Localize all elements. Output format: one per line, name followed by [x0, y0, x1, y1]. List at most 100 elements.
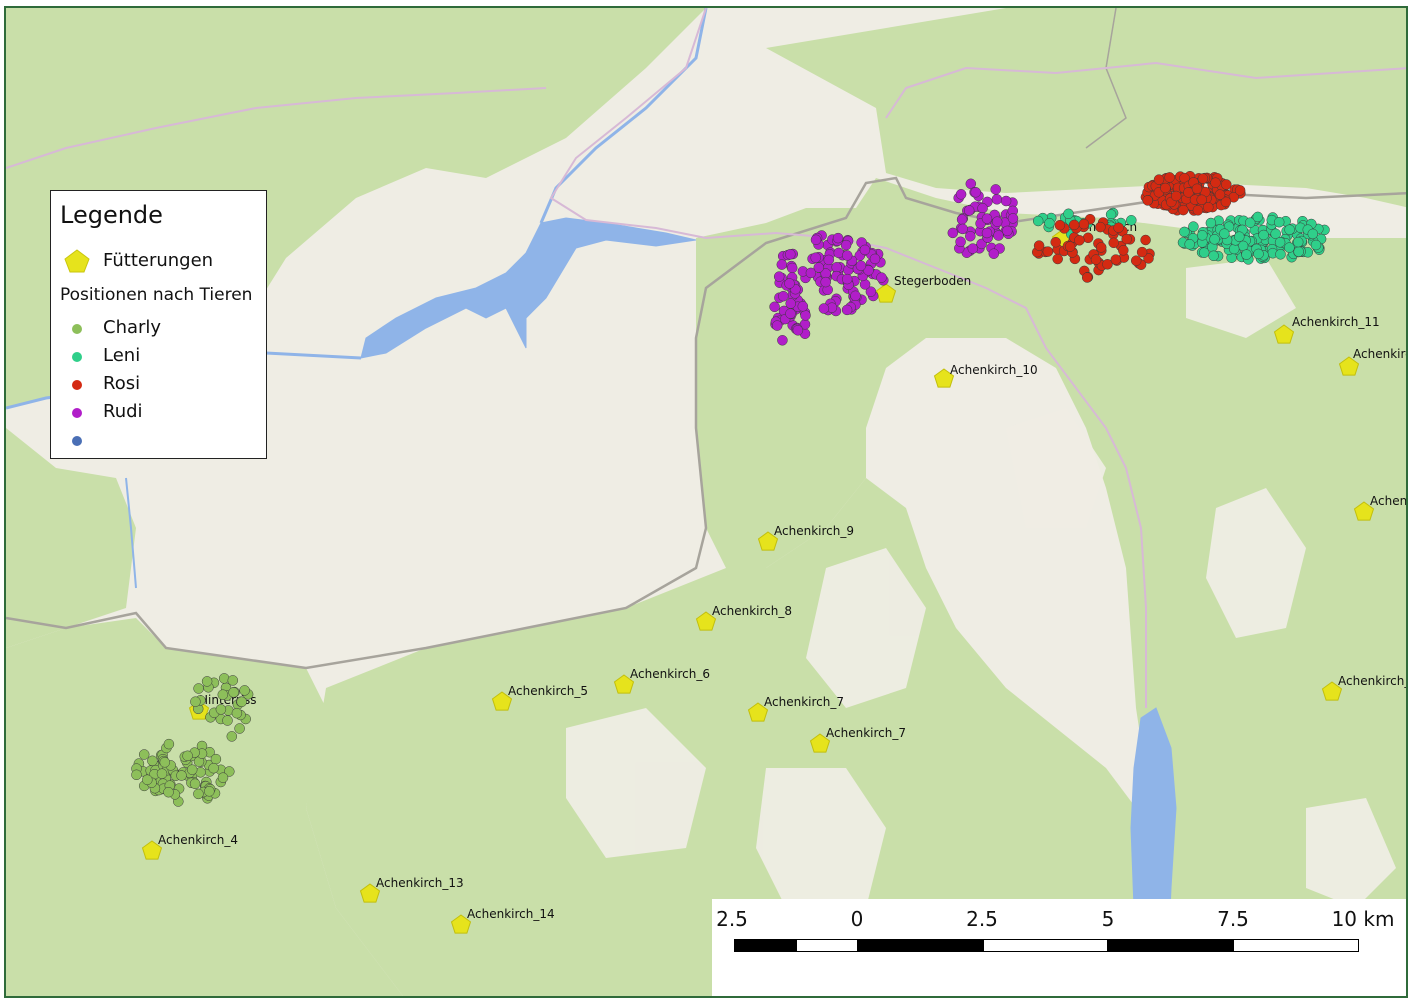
position-point-charly [227, 675, 239, 686]
position-point-charly [131, 769, 142, 781]
feeding-station-label: Achenkirch_4 [158, 833, 238, 847]
position-point-rosi [1052, 253, 1063, 265]
feeding-station-label: Stegerboden [894, 274, 971, 288]
legend-dot-icon [72, 380, 82, 390]
position-point-charly [193, 788, 204, 800]
position-point-rudi [991, 216, 1003, 227]
position-point-rosi [1054, 219, 1066, 231]
position-point-leni [1228, 243, 1240, 255]
position-point-rosi [1197, 173, 1209, 184]
scale-tick-label: 2.5 [716, 907, 748, 931]
legend-positions-heading: Positionen nach Tieren [60, 285, 253, 305]
feeding-station-label: Achenkirch_13 [376, 876, 464, 890]
position-point-rosi [1210, 177, 1221, 188]
position-point-rosi [1095, 242, 1107, 253]
position-point-charly [193, 683, 204, 694]
position-point-rosi [1081, 272, 1093, 283]
position-point-leni [1310, 239, 1322, 251]
position-point-charly [189, 778, 201, 790]
scale-segment [796, 939, 858, 952]
position-point-leni [1188, 221, 1199, 232]
feeding-station-label: Achenkirch_9 [774, 524, 854, 538]
legend-dot-icon [72, 324, 82, 334]
position-point-charly [147, 755, 158, 767]
position-point-rosi [1113, 222, 1124, 233]
position-point-leni [1293, 246, 1304, 257]
position-point-rosi [1203, 202, 1214, 213]
position-point-rudi [965, 230, 976, 242]
position-point-rosi [1142, 195, 1153, 206]
position-point-charly [234, 723, 245, 734]
position-point-rudi [990, 184, 1001, 195]
position-point-rosi [1192, 205, 1204, 216]
position-point-rudi [1007, 213, 1019, 224]
position-point-rudi [792, 325, 804, 336]
position-point-rosi [1118, 245, 1129, 256]
position-point-rudi [818, 303, 830, 314]
position-point-rudi [777, 335, 788, 346]
pentagon-icon [64, 249, 90, 273]
position-point-rudi [1002, 225, 1013, 237]
position-point-rudi [876, 272, 887, 283]
position-point-leni [1273, 216, 1285, 228]
position-point-charly [222, 715, 233, 726]
position-point-leni [1274, 237, 1286, 248]
position-point-charly [226, 731, 238, 742]
map-frame[interactable]: StegerbodenKlammbachAchenkirch_11Achenki… [4, 6, 1408, 998]
scale-tick-label: 7.5 [1217, 907, 1249, 931]
position-point-rosi [1234, 185, 1246, 196]
position-point-rudi [841, 250, 853, 261]
legend: Legende Fütterungen Positionen nach Tier… [50, 190, 267, 459]
position-point-rudi [850, 290, 861, 302]
position-point-leni [1184, 239, 1195, 250]
position-point-leni [1198, 247, 1210, 258]
position-point-leni [1307, 228, 1319, 240]
position-point-rudi [773, 271, 785, 282]
feeding-station-label: Achenkirch_7 [764, 695, 844, 709]
position-point-rudi [988, 248, 1000, 259]
position-point-charly [163, 738, 175, 750]
position-point-rudi [810, 234, 822, 246]
position-point-rudi [810, 252, 821, 263]
position-point-rosi [1153, 174, 1165, 185]
position-point-charly [186, 764, 198, 775]
position-point-leni [1105, 209, 1117, 220]
map-canvas[interactable]: StegerbodenKlammbachAchenkirch_11Achenki… [6, 8, 1408, 998]
position-point-charly [208, 762, 219, 774]
position-point-rosi [1191, 183, 1203, 195]
position-point-rosi [1136, 246, 1148, 258]
position-point-rosi [1064, 241, 1076, 252]
feeding-station-label: Achenkirch_6 [630, 667, 710, 681]
position-point-rudi [963, 205, 975, 216]
position-point-rosi [1160, 182, 1171, 194]
position-point-rudi [797, 301, 809, 312]
position-point-rosi [1130, 255, 1142, 266]
position-point-rudi [955, 189, 967, 200]
legend-dot-icon [72, 408, 82, 418]
position-point-rudi [776, 259, 788, 270]
position-point-leni [1179, 226, 1190, 238]
scale-tick-label: 5 [1101, 907, 1115, 931]
position-point-rosi [1164, 172, 1175, 183]
position-point-rosi [1110, 254, 1122, 265]
position-point-leni [1292, 236, 1304, 248]
feeding-station-label: Achenkirch_14 [467, 907, 555, 921]
legend-dot-icon [72, 352, 82, 362]
position-point-rosi [1170, 190, 1182, 202]
legend-title: Legende [60, 201, 163, 229]
position-point-rudi [869, 253, 881, 265]
position-point-charly [176, 770, 187, 781]
position-point-leni [1032, 215, 1044, 227]
position-point-rudi [970, 187, 981, 198]
scale-segment [983, 939, 1108, 952]
scale-segment [1233, 939, 1359, 952]
position-point-leni [1258, 229, 1269, 241]
position-point-rosi [1042, 246, 1054, 257]
position-point-charly [231, 707, 243, 719]
position-point-leni [1126, 215, 1137, 226]
position-point-rudi [859, 244, 871, 256]
scale-tick-label: 10 km [1331, 907, 1395, 931]
position-point-rudi [784, 278, 795, 289]
position-point-rudi [813, 262, 825, 273]
feeding-station-label: Achenkirc [1353, 347, 1408, 361]
